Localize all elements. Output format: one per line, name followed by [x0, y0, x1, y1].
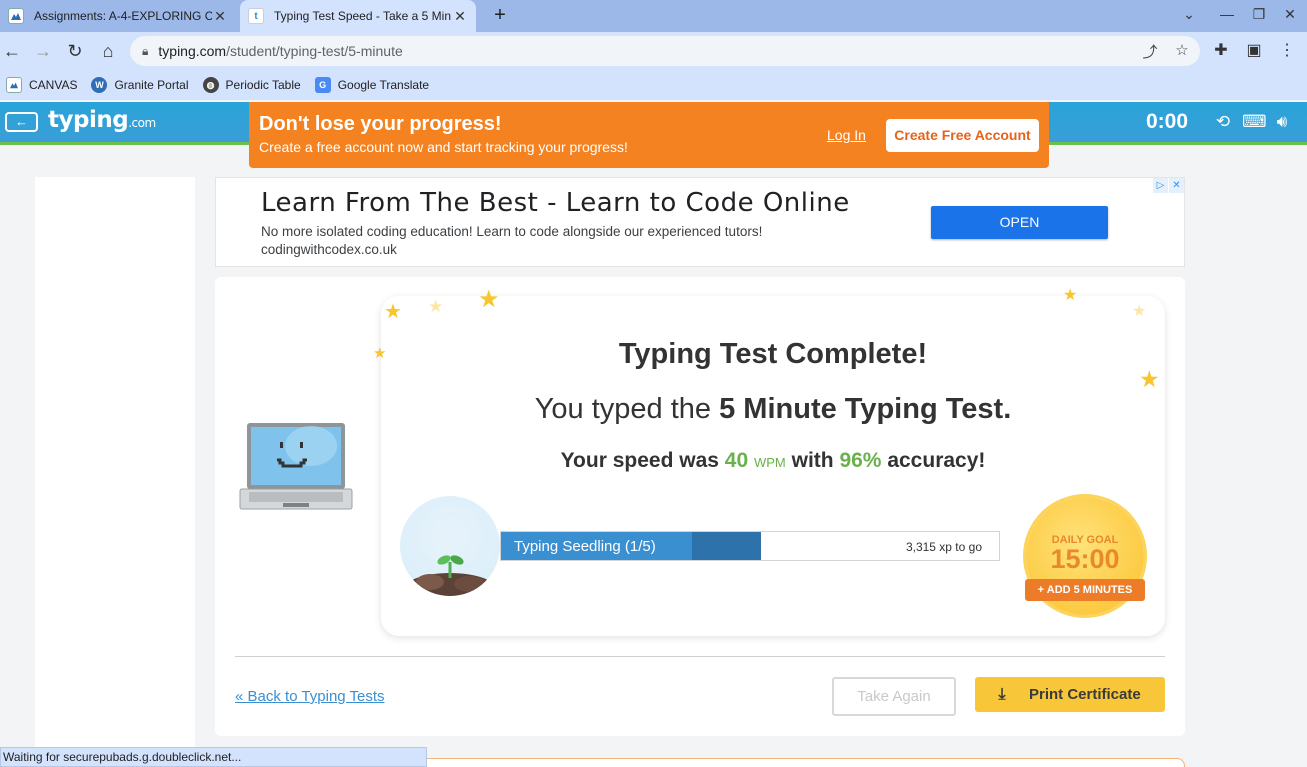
- bookmark-label: Google Translate: [337, 78, 430, 92]
- timer: 0:00: [1146, 110, 1189, 133]
- wpm-value: 40: [724, 449, 749, 472]
- take-again-button[interactable]: Take Again: [832, 677, 956, 716]
- bookmarks-bar: CANVAS W Granite Portal ◍ Periodic Table…: [0, 70, 1307, 100]
- star-icon: ★: [384, 301, 402, 323]
- volume-icon[interactable]: 🔊︎: [1271, 112, 1293, 134]
- save-progress-banner: Don't lose your progress! Create a free …: [249, 102, 1049, 168]
- keyboard-hidden-icon[interactable]: ⌨: [1242, 112, 1267, 134]
- browser-toolbar: ← → ↻ ⌂ 🔒︎ typing.com/student/typing-tes…: [0, 32, 1307, 70]
- menu-icon[interactable]: ⋮: [1276, 40, 1298, 62]
- lock-icon: 🔒︎: [142, 43, 149, 58]
- bookmark-label: Granite Portal: [114, 78, 189, 92]
- print-certificate-button[interactable]: ⤓ Print Certificate: [975, 677, 1165, 712]
- forward-arrow-icon[interactable]: →: [31, 39, 55, 63]
- tab-strip: Assignments: A-4-EXPLORING C ✕ t Typing …: [0, 0, 1307, 32]
- level-label: Typing Seedling (1/5): [514, 538, 656, 555]
- url-path: /student/typing-test/5-minute: [226, 43, 403, 59]
- tab-assignments[interactable]: Assignments: A-4-EXPLORING C ✕: [0, 0, 236, 32]
- close-icon[interactable]: ✕: [212, 8, 228, 25]
- reload-icon[interactable]: ↻: [63, 39, 87, 63]
- ad-url: codingwithcodex.co.uk: [261, 242, 397, 257]
- minimize-icon[interactable]: —: [1217, 6, 1237, 22]
- window-close-icon[interactable]: ✕: [1280, 6, 1300, 23]
- side-panel-icon[interactable]: ▣: [1243, 40, 1265, 62]
- site-back-button[interactable]: ←: [5, 112, 38, 132]
- promo-subtitle: Create a free account now and start trac…: [259, 139, 628, 155]
- tab-search-icon[interactable]: ⌄: [1179, 6, 1199, 23]
- results-test-line: You typed the 5 Minute Typing Test.: [534, 393, 1012, 425]
- typing-favicon-icon: t: [248, 8, 264, 24]
- daily-goal-badge: DAILY GOAL 15:00 + ADD 5 MINUTES: [1025, 497, 1145, 615]
- history-icon[interactable]: ⟲: [1212, 112, 1234, 134]
- star-icon: ★: [1132, 303, 1147, 320]
- back-to-typing-tests-link[interactable]: « Back to Typing Tests: [235, 688, 385, 705]
- globe-icon: ◍: [202, 77, 219, 93]
- bookmark-google-translate[interactable]: G Google Translate: [314, 77, 430, 93]
- accuracy-value: 96%: [839, 449, 882, 472]
- address-bar[interactable]: 🔒︎ typing.com/student/typing-test/5-minu…: [130, 36, 1200, 66]
- new-tab-button[interactable]: +: [488, 4, 512, 28]
- login-link[interactable]: Log In: [827, 127, 866, 143]
- back-arrow-icon[interactable]: ←: [0, 39, 24, 63]
- divider: [235, 656, 1165, 657]
- bookmark-star-icon[interactable]: ☆: [1172, 41, 1192, 61]
- laptop-mascot-icon: [239, 423, 353, 510]
- promo-title: Don't lose your progress!: [259, 113, 502, 135]
- ad-description: No more isolated coding education! Learn…: [261, 224, 763, 239]
- bookmark-canvas[interactable]: CANVAS: [6, 77, 77, 93]
- download-icon: ⤓: [998, 685, 1006, 703]
- level-progress-bar: Typing Seedling (1/5) 3,315 xp to go: [500, 531, 1000, 561]
- tab-typing-test[interactable]: t Typing Test Speed - Take a 5 Min ✕: [240, 0, 476, 32]
- star-icon: ★: [428, 297, 444, 316]
- star-icon: ★: [1063, 287, 1078, 304]
- google-translate-icon: G: [314, 77, 331, 93]
- share-icon[interactable]: ⤴: [1140, 41, 1160, 61]
- ad-headline[interactable]: Learn From The Best - Learn to Code Onli…: [261, 188, 850, 218]
- ad-close-icon[interactable]: ✕: [1169, 178, 1184, 193]
- bookmark-granite-portal[interactable]: W Granite Portal: [91, 77, 189, 93]
- results-speed-line: Your speed was 40 WPM with 96% accuracy!: [560, 449, 986, 472]
- ad-open-button[interactable]: OPEN: [931, 206, 1108, 239]
- status-bar: Waiting for securepubads.g.doubleclick.n…: [0, 747, 427, 767]
- canvas-icon: [6, 77, 22, 93]
- tab-title: Assignments: A-4-EXPLORING C: [34, 9, 212, 23]
- bookmark-label: CANVAS: [29, 78, 78, 92]
- extensions-icon[interactable]: ✚: [1210, 40, 1232, 62]
- tab-title: Typing Test Speed - Take a 5 Min: [274, 9, 451, 23]
- left-sidebar: [35, 177, 195, 767]
- adchoices-icon[interactable]: ▷: [1153, 178, 1168, 193]
- create-account-button[interactable]: Create Free Account: [886, 119, 1039, 152]
- add-5-minutes-button[interactable]: + ADD 5 MINUTES: [1025, 579, 1145, 601]
- wpm-unit: WPM: [753, 455, 786, 470]
- typing-logo[interactable]: typing.com: [48, 107, 156, 133]
- restore-icon[interactable]: ❐: [1249, 6, 1269, 23]
- advertisement[interactable]: Learn From The Best - Learn to Code Onli…: [215, 177, 1185, 267]
- url-host: typing.com: [158, 43, 227, 59]
- home-icon[interactable]: ⌂: [96, 39, 120, 63]
- canvas-icon: [8, 8, 24, 24]
- star-icon: ★: [478, 286, 500, 313]
- level-progress-session-fill: [692, 532, 761, 560]
- seedling-icon: [400, 496, 500, 596]
- close-icon[interactable]: ✕: [452, 8, 468, 25]
- results-title: Typing Test Complete!: [618, 338, 928, 370]
- daily-goal-time: 15:00: [1050, 544, 1120, 574]
- bookmark-periodic-table[interactable]: ◍ Periodic Table: [202, 77, 301, 93]
- granite-portal-icon: W: [91, 77, 108, 93]
- xp-to-go: 3,315 xp to go: [905, 540, 982, 554]
- bookmark-label: Periodic Table: [225, 78, 301, 92]
